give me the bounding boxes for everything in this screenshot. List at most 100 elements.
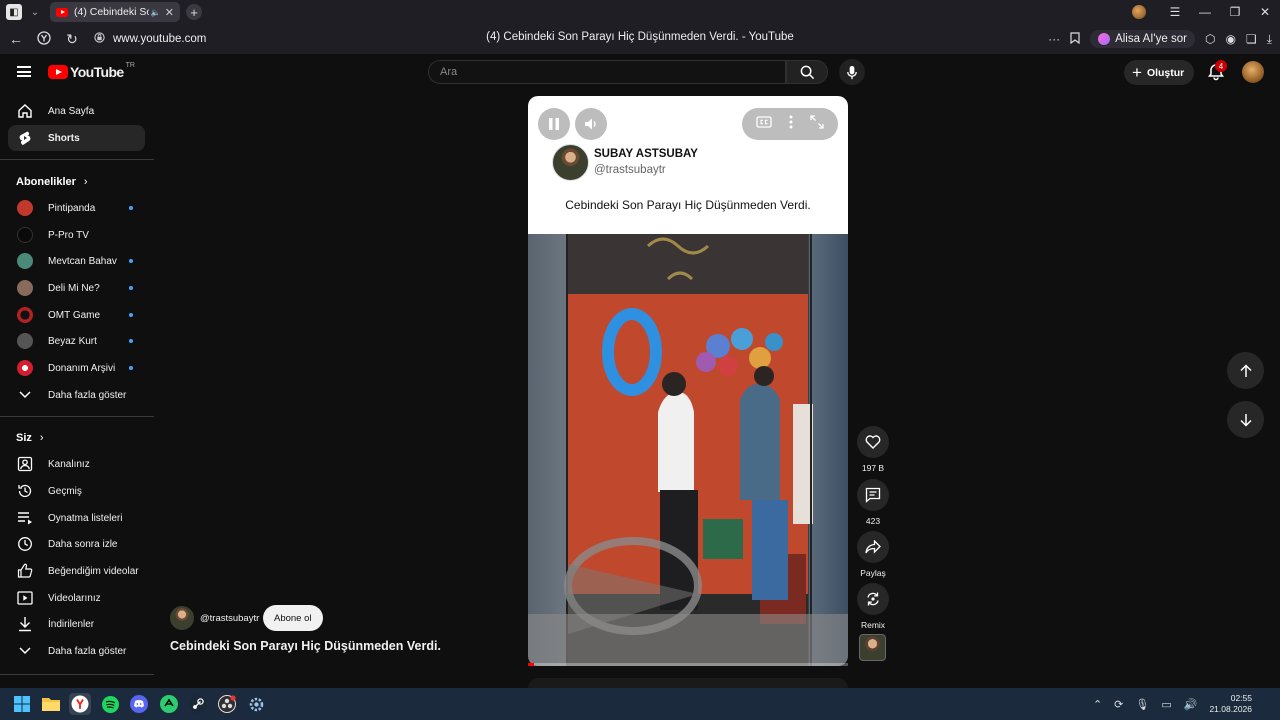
youtube-logo[interactable]: YouTube TR [48, 62, 135, 80]
captions-icon[interactable] [756, 115, 772, 133]
network-icon[interactable]: ▭ [1161, 698, 1171, 711]
downloads-icon[interactable]: ⤓ [1267, 32, 1272, 47]
close-window-button[interactable]: ✕ [1250, 5, 1280, 19]
sidebar-channel-donanim-arsivi[interactable]: Donanım Arşivi [8, 355, 145, 381]
extensions-icon[interactable]: ⬡ [1205, 32, 1215, 46]
file-explorer-icon[interactable] [40, 693, 62, 715]
create-label: Oluştur [1146, 66, 1185, 79]
sidebar-channel-deli-mi-ne[interactable]: Deli Mi Ne? [8, 275, 145, 301]
browser-menu-button[interactable]: ☰ [1160, 5, 1190, 19]
bookmark-icon[interactable] [1070, 31, 1080, 47]
more-options-icon[interactable]: ··· [1048, 32, 1060, 46]
pause-icon [549, 118, 559, 130]
back-arrow-icon[interactable]: ← [2, 31, 30, 47]
sidebar-channel-mevtcan-bahav[interactable]: Mevtcan Bahav [8, 248, 145, 274]
you-heading[interactable]: Siz › [16, 432, 44, 444]
share-icon [865, 540, 881, 554]
subscriptions-heading[interactable]: Abonelikler › [16, 176, 88, 188]
sidebar-item-watch-later[interactable]: Daha sonra izle [8, 531, 145, 557]
browser-menu-icon[interactable]: ◧ [6, 4, 22, 20]
alisa-ai-button[interactable]: Alisa AI'ye sor [1090, 30, 1195, 48]
sidebar-channel-omt-game[interactable]: OMT Game [8, 302, 145, 328]
channel-avatar [17, 253, 33, 269]
hamburger-menu-icon[interactable] [17, 66, 31, 77]
minimize-button[interactable]: — [1190, 5, 1220, 19]
share-button[interactable] [857, 531, 889, 563]
windows-start-icon[interactable] [11, 693, 33, 715]
remix-action: Remix [857, 583, 889, 630]
new-tab-button[interactable]: + [186, 4, 202, 20]
clock[interactable]: 02:55 21.08.2026 [1209, 693, 1252, 715]
sync-icon[interactable]: ⟳ [1114, 698, 1123, 711]
sidebar-item-shorts[interactable]: Shorts [8, 125, 145, 151]
search-button[interactable] [786, 60, 828, 84]
account-avatar[interactable] [1242, 61, 1264, 83]
sound-thumbnail[interactable] [859, 634, 886, 661]
media-player-icon[interactable]: ◉ [1225, 32, 1235, 46]
sidebar-item-label: Daha fazla göster [48, 645, 127, 657]
sidebar-item-playlists[interactable]: Oynatma listeleri [8, 505, 145, 531]
speaker-icon[interactable]: 🔊 [1184, 698, 1198, 711]
discord-icon[interactable] [128, 693, 150, 715]
next-short-button[interactable] [1227, 401, 1264, 438]
settings-gear-icon[interactable] [245, 693, 267, 715]
sidebar-item-label: Beyaz Kurt [48, 335, 97, 347]
shorts-player[interactable]: SUBAY ASTSUBAY @trastsubaytr Cebindeki S… [528, 96, 848, 666]
sidebar-item-liked-videos[interactable]: Beğendiğim videolar [8, 558, 145, 584]
create-button[interactable]: + Oluştur [1124, 60, 1195, 85]
obs-icon[interactable] [216, 693, 238, 715]
spotify-icon[interactable] [99, 693, 121, 715]
browser-profile-avatar[interactable] [1132, 5, 1146, 19]
sidebar-channel-p-pro-tv[interactable]: P-Pro TV [8, 222, 145, 248]
alisa-icon [1098, 33, 1111, 45]
yandex-icon[interactable] [30, 30, 58, 48]
volume-button[interactable] [575, 108, 607, 140]
browser-tab[interactable]: (4) Cebindeki Son Par 🔈 ✕ [50, 2, 180, 22]
pause-button[interactable] [538, 108, 570, 140]
url-field[interactable]: www.youtube.com [94, 32, 206, 46]
sidebar-item-label: Mevtcan Bahav [48, 255, 117, 267]
tab-close-icon[interactable]: ✕ [165, 6, 174, 19]
volume-icon [585, 118, 596, 130]
search-input[interactable]: Ara [428, 60, 786, 84]
previous-short-button[interactable] [1227, 352, 1264, 389]
sidebar-item-history[interactable]: Geçmiş [8, 478, 145, 504]
tab-audio-icon[interactable]: 🔈 [151, 8, 161, 17]
app-icon-green[interactable] [158, 693, 180, 715]
sidebar-item-your-videos[interactable]: Videolarınız [8, 585, 145, 611]
sidebar-item-label: Videolarınız [48, 592, 101, 604]
video-progress-bar[interactable] [528, 663, 848, 666]
system-tray: ⌃ ⟳ 🎙 ▭ 🔊 02:55 21.08.2026 [1093, 688, 1280, 720]
sidebar-item-label: Geçmiş [48, 485, 82, 497]
more-options-icon[interactable] [789, 115, 793, 134]
site-info-icon[interactable] [94, 32, 105, 46]
show-more-you-button[interactable]: Daha fazla göster [8, 638, 145, 664]
chevron-down-icon [16, 386, 34, 404]
channel-avatar[interactable] [170, 606, 194, 630]
sidebar-item-label: Beğendiğim videolar [48, 565, 139, 577]
collections-icon[interactable]: ❏ [1246, 32, 1257, 46]
microphone-tray-icon[interactable]: 🎙 [1135, 698, 1149, 711]
restore-button[interactable]: ❐ [1220, 5, 1250, 19]
video-caption: Cebindeki Son Parayı Hiç Düşünmeden Verd… [565, 198, 811, 212]
sidebar: Ana Sayfa Shorts Abonelikler › Pintipanda… [0, 92, 154, 688]
voice-search-button[interactable] [839, 59, 865, 85]
sidebar-channel-pintipanda[interactable]: Pintipanda [8, 195, 145, 221]
sidebar-item-your-channel[interactable]: Kanalınız [8, 451, 145, 477]
sidebar-channel-beyaz-kurt[interactable]: Beyaz Kurt [8, 328, 145, 354]
tray-overflow-icon[interactable]: ⌃ [1093, 698, 1102, 711]
comments-button[interactable] [857, 479, 889, 511]
sidebar-item-downloads[interactable]: İndirilenler [8, 611, 145, 637]
tab-list-chevron-icon[interactable]: ⌄ [26, 3, 44, 21]
remix-button[interactable] [857, 583, 889, 615]
like-button[interactable] [857, 426, 889, 458]
steam-icon[interactable] [187, 693, 209, 715]
reload-icon[interactable]: ↻ [58, 31, 86, 48]
channel-handle[interactable]: @trastsubaytr [200, 613, 259, 624]
notification-count-badge: 4 [1215, 60, 1227, 72]
show-more-subscriptions-button[interactable]: Daha fazla göster [8, 382, 145, 408]
subscribe-button[interactable]: Abone ol [263, 605, 323, 631]
sidebar-item-home[interactable]: Ana Sayfa [8, 98, 145, 124]
fullscreen-icon[interactable] [809, 114, 824, 134]
yandex-browser-icon[interactable] [69, 693, 91, 715]
